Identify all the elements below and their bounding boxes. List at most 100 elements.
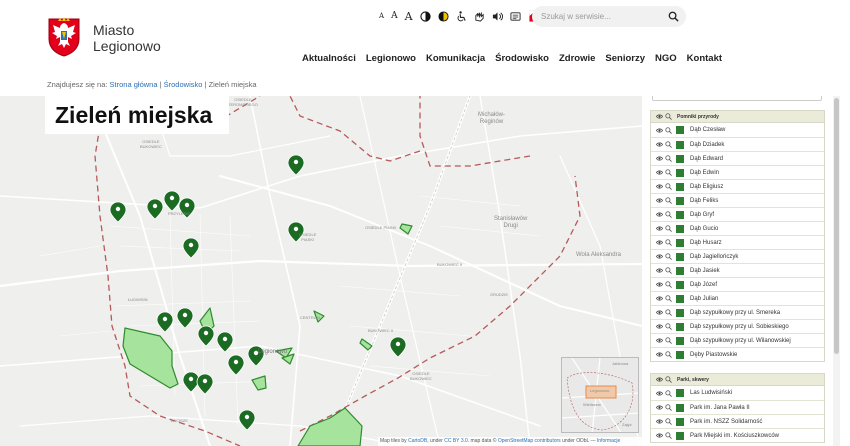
nav-item-srodowisko[interactable]: Środowisko: [495, 53, 549, 64]
contrast-icon[interactable]: [419, 10, 431, 22]
breadcrumb-section-link[interactable]: Środowisko: [164, 80, 203, 89]
overview-minimap[interactable]: Jabłonna Legionowo Wieliszew Zajęż: [561, 357, 639, 433]
layer-row[interactable]: Dąb Husarz: [651, 235, 824, 249]
zoom-to-layer-icon[interactable]: [665, 253, 672, 260]
nav-item-ngo[interactable]: NGO: [655, 53, 677, 64]
font-size-small-button[interactable]: A: [379, 12, 384, 20]
layer-row[interactable]: Park Miejski im. Kościuszkowców: [651, 428, 824, 442]
zoom-to-layer-icon[interactable]: [665, 113, 672, 120]
layer-panel-scrollbar[interactable]: [833, 96, 840, 446]
nav-item-legionowo[interactable]: Legionowo: [366, 53, 416, 64]
layer-row[interactable]: Dąb Józef: [651, 277, 824, 291]
layer-row[interactable]: Dąb Czesław: [651, 123, 824, 137]
nav-item-seniorzy[interactable]: Seniorzy: [605, 53, 645, 64]
eye-icon[interactable]: [656, 432, 663, 439]
site-name[interactable]: Miasto Legionowo: [93, 22, 161, 54]
city-coat-of-arms-icon[interactable]: [47, 15, 81, 57]
eye-icon[interactable]: [656, 390, 663, 397]
zoom-to-layer-icon[interactable]: [665, 239, 672, 246]
eye-icon[interactable]: [656, 337, 663, 344]
eye-icon[interactable]: [656, 404, 663, 411]
layer-row[interactable]: Park im. NSZZ Solidarność: [651, 414, 824, 428]
eye-icon[interactable]: [656, 239, 663, 246]
zoom-to-layer-icon[interactable]: [665, 376, 672, 383]
eye-icon[interactable]: [656, 309, 663, 316]
layer-row[interactable]: Dęby Piastowskie: [651, 347, 824, 361]
attrib-cartodb-link[interactable]: CartoDB: [408, 438, 427, 444]
eye-icon[interactable]: [656, 169, 663, 176]
nav-item-komunikacja[interactable]: Komunikacja: [426, 53, 485, 64]
layer-group-header[interactable]: Pomniki przyrody: [651, 111, 824, 123]
layer-panel-filter[interactable]: [652, 96, 822, 101]
search-input[interactable]: [532, 6, 686, 27]
eye-icon[interactable]: [656, 211, 663, 218]
eye-icon[interactable]: [656, 253, 663, 260]
zoom-to-layer-icon[interactable]: [665, 225, 672, 232]
eye-icon[interactable]: [656, 113, 663, 120]
zoom-to-layer-icon[interactable]: [665, 211, 672, 218]
layer-row[interactable]: Dąb Edwin: [651, 165, 824, 179]
zoom-to-layer-icon[interactable]: [665, 404, 672, 411]
layer-row[interactable]: Dąb Feliks: [651, 193, 824, 207]
nav-item-kontakt[interactable]: Kontakt: [687, 53, 722, 64]
layer-row[interactable]: Dąb Dziadek: [651, 137, 824, 151]
layer-row[interactable]: Dąb Eligiusz: [651, 179, 824, 193]
eye-icon[interactable]: [656, 323, 663, 330]
layer-row[interactable]: Dąb Gryf: [651, 207, 824, 221]
eye-icon[interactable]: [656, 281, 663, 288]
zoom-to-layer-icon[interactable]: [665, 169, 672, 176]
city-green-map[interactable]: OSIEDLE ŻEROMSKIEGO Michałów- Reginów OS…: [0, 96, 642, 446]
eye-icon[interactable]: [656, 197, 663, 204]
font-size-medium-button[interactable]: A: [391, 11, 398, 21]
zoom-to-layer-icon[interactable]: [665, 309, 672, 316]
attrib-info-link[interactable]: Informacje: [597, 438, 620, 444]
sound-icon[interactable]: [492, 11, 503, 22]
layer-row[interactable]: Park im. Jana Pawła II: [651, 400, 824, 414]
contrast-inverted-icon[interactable]: [437, 10, 449, 22]
eye-icon[interactable]: [656, 351, 663, 358]
attrib-osm-link[interactable]: OpenStreetMap contributors: [498, 438, 561, 444]
eye-icon[interactable]: [656, 376, 663, 383]
breadcrumb-home-link[interactable]: Strona główna: [110, 80, 158, 89]
layer-row[interactable]: Dąb Jagiellończyk: [651, 249, 824, 263]
layer-row[interactable]: Las Ludwisiński: [651, 386, 824, 400]
nav-item-aktualnosci[interactable]: Aktualności: [302, 53, 356, 64]
zoom-to-layer-icon[interactable]: [665, 281, 672, 288]
eye-icon[interactable]: [656, 295, 663, 302]
layer-group-header[interactable]: Parki, skwery: [651, 374, 824, 386]
nav-item-zdrowie[interactable]: Zdrowie: [559, 53, 595, 64]
sign-language-icon[interactable]: [474, 11, 485, 22]
zoom-to-layer-icon[interactable]: [665, 183, 672, 190]
layer-row[interactable]: Dąb szypułkowy przy ul. Smereka: [651, 305, 824, 319]
scrollbar-thumb[interactable]: [834, 98, 839, 354]
zoom-to-layer-icon[interactable]: [665, 337, 672, 344]
eye-icon[interactable]: [656, 267, 663, 274]
zoom-to-layer-icon[interactable]: [665, 351, 672, 358]
search-icon[interactable]: [668, 11, 679, 22]
zoom-to-layer-icon[interactable]: [665, 126, 672, 134]
layer-row[interactable]: Dąb szypułkowy przy ul. Wilanowskiej: [651, 333, 824, 347]
zoom-to-layer-icon[interactable]: [665, 197, 672, 204]
zoom-to-layer-icon[interactable]: [665, 323, 672, 330]
layer-row[interactable]: Dąb Jasiek: [651, 263, 824, 277]
eye-icon[interactable]: [656, 127, 663, 134]
zoom-to-layer-icon[interactable]: [665, 418, 672, 425]
zoom-to-layer-icon[interactable]: [665, 432, 672, 439]
layer-row[interactable]: Dąb Julian: [651, 291, 824, 305]
easy-read-icon[interactable]: [509, 11, 521, 22]
zoom-to-layer-icon[interactable]: [665, 389, 672, 397]
layer-row[interactable]: Dąb Gucio: [651, 221, 824, 235]
layer-row[interactable]: Dąb Edward: [651, 151, 824, 165]
eye-icon[interactable]: [656, 155, 663, 162]
eye-icon[interactable]: [656, 141, 663, 148]
font-size-large-button[interactable]: A: [405, 11, 413, 22]
zoom-to-layer-icon[interactable]: [665, 155, 672, 162]
eye-icon[interactable]: [656, 183, 663, 190]
layer-row[interactable]: Dąb szypułkowy przy ul. Sobieskiego: [651, 319, 824, 333]
zoom-to-layer-icon[interactable]: [665, 295, 672, 302]
zoom-to-layer-icon[interactable]: [665, 267, 672, 274]
wheelchair-icon[interactable]: [456, 10, 467, 22]
zoom-to-layer-icon[interactable]: [665, 141, 672, 148]
eye-icon[interactable]: [656, 225, 663, 232]
eye-icon[interactable]: [656, 418, 663, 425]
